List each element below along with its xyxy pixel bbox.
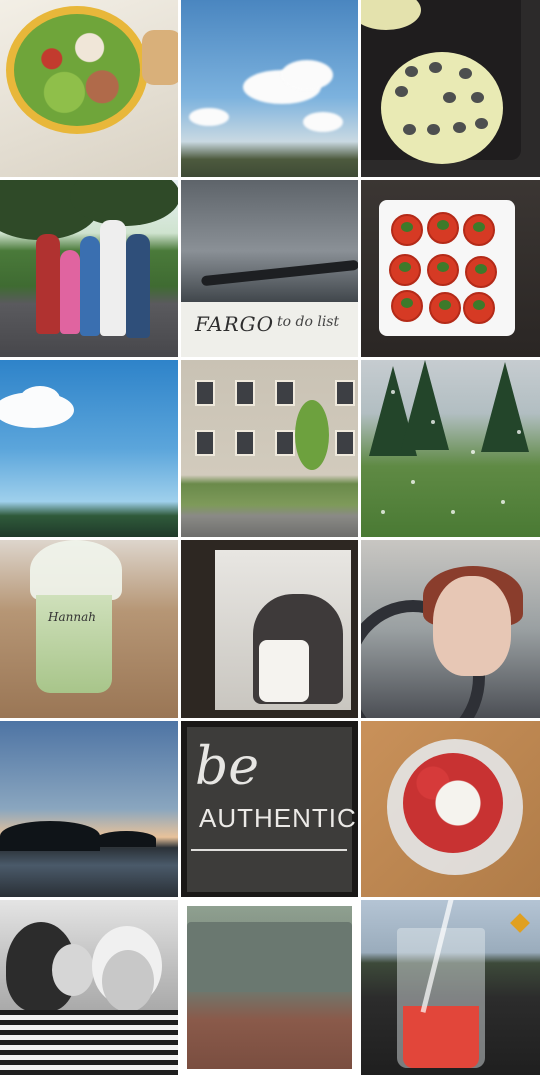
strawberries-cream	[403, 753, 503, 853]
raindrop	[517, 430, 521, 434]
photo-summer-sky[interactable]	[181, 0, 358, 177]
raindrop	[471, 450, 475, 454]
striped-shirt	[0, 1010, 178, 1075]
basil-leaf	[473, 300, 485, 310]
window	[275, 380, 295, 406]
photo-family[interactable]	[0, 180, 178, 357]
photo-caprese[interactable]	[361, 180, 540, 357]
chocolate-chip	[405, 66, 418, 77]
cloud	[189, 108, 229, 126]
basil-leaf	[401, 298, 413, 308]
cloud	[303, 112, 343, 132]
chocolate-chip	[459, 68, 472, 79]
raindrop	[451, 510, 455, 514]
red-drink	[403, 1006, 479, 1068]
chocolate-chip	[427, 124, 440, 135]
photo-collage: FARGO to do list Hannah be AUTHENTIC	[0, 0, 540, 1080]
pen	[200, 259, 358, 287]
window	[235, 430, 255, 456]
chocolate-chip	[395, 86, 408, 97]
photo-pancake[interactable]	[361, 0, 540, 177]
person	[80, 236, 100, 336]
cloud	[20, 386, 60, 412]
person	[60, 250, 80, 334]
chocolate-chip	[471, 92, 484, 103]
grandma-face	[102, 950, 154, 1012]
photo-lake-sunset[interactable]	[0, 721, 178, 897]
basil-leaf	[401, 222, 413, 232]
basil-leaf	[439, 300, 451, 310]
photo-frappuccino[interactable]: Hannah	[0, 540, 178, 718]
tree-island	[0, 821, 100, 851]
basil-leaf	[437, 220, 449, 230]
photo-couple[interactable]	[181, 540, 358, 718]
photo-deck[interactable]	[181, 900, 358, 1075]
chocolate-chip	[443, 92, 456, 103]
salad	[14, 14, 140, 126]
raindrop	[381, 510, 385, 514]
window	[195, 380, 215, 406]
photo-grandma[interactable]	[0, 900, 178, 1075]
deck-railing	[187, 922, 352, 992]
chalk-arrow	[191, 849, 347, 851]
cup-name: Hannah	[48, 610, 96, 624]
distant-shore	[96, 831, 156, 847]
cup-lid	[30, 540, 122, 600]
photo-salad-bowl[interactable]	[0, 0, 178, 177]
chalk-authentic: AUTHENTIC	[199, 803, 357, 833]
tree	[295, 400, 329, 470]
cloud	[281, 60, 333, 90]
window	[335, 430, 355, 456]
handwriting-fargo: FARGO	[195, 312, 275, 336]
window	[275, 430, 295, 456]
photo-building[interactable]	[181, 360, 358, 537]
chocolate-chip	[475, 118, 488, 129]
window	[195, 430, 215, 456]
girl-face	[52, 944, 94, 996]
raindrop	[411, 480, 415, 484]
photo-blue-sky[interactable]	[0, 360, 178, 537]
photo-pen-notebook[interactable]: FARGO to do list	[181, 180, 358, 357]
raindrop	[431, 420, 435, 424]
basil-leaf	[437, 262, 449, 272]
photo-chalkboard[interactable]: be AUTHENTIC	[181, 721, 358, 897]
chocolate-chip	[429, 62, 442, 73]
person	[36, 234, 60, 334]
chocolate-chip	[403, 124, 416, 135]
raindrop	[501, 500, 505, 504]
bread-roll	[142, 30, 178, 85]
photo-rainy-window[interactable]	[361, 360, 540, 537]
photo-girl-in-car[interactable]	[361, 540, 540, 718]
person	[100, 220, 126, 336]
window	[335, 380, 355, 406]
basil-leaf	[399, 262, 411, 272]
handwriting-note: to do list	[277, 314, 340, 330]
pine-tree	[401, 360, 449, 450]
face	[433, 576, 511, 676]
basil-leaf	[475, 264, 487, 274]
chocolate-chip	[453, 122, 466, 133]
road-sign	[510, 913, 530, 933]
dress	[259, 640, 309, 702]
basil-leaf	[473, 222, 485, 232]
raindrop	[391, 390, 395, 394]
pancake	[381, 52, 503, 164]
photo-strawberries[interactable]	[361, 721, 540, 897]
photo-strawberry-drink[interactable]	[361, 900, 540, 1075]
chalk-be: be	[195, 737, 260, 797]
pine-tree	[481, 362, 529, 452]
window	[235, 380, 255, 406]
person	[126, 234, 150, 338]
